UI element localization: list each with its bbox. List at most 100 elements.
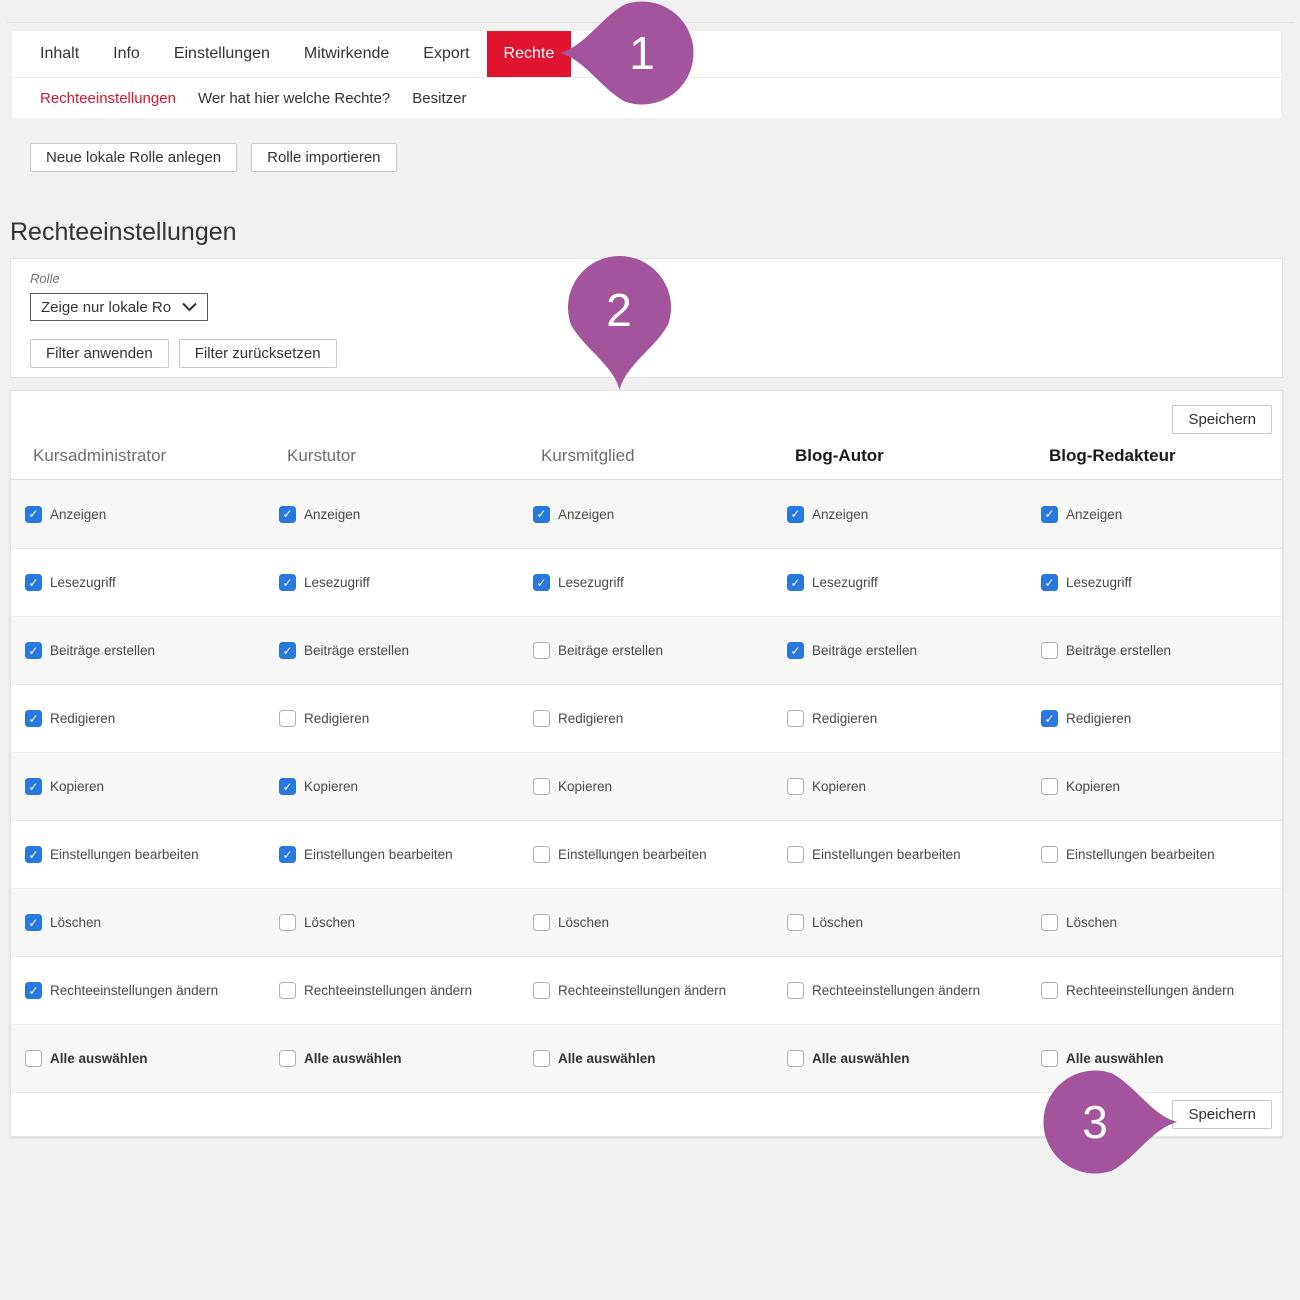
permission-checkbox[interactable] (533, 642, 550, 659)
permission-checkbox[interactable] (533, 1050, 550, 1067)
role-actions-row: Neue lokale Rolle anlegen Rolle importie… (30, 143, 397, 172)
permission-checkbox[interactable]: ✓ (279, 778, 296, 795)
tab-einstellungen[interactable]: Einstellungen (157, 31, 287, 77)
permission-checkbox[interactable]: ✓ (1041, 506, 1058, 523)
permission-checkbox[interactable] (787, 1050, 804, 1067)
permission-label: Rechteeinstellungen ändern (1066, 983, 1234, 998)
permission-label: Anzeigen (1066, 507, 1122, 522)
tab-mitwirkende[interactable]: Mitwirkende (287, 31, 406, 77)
permission-checkbox[interactable]: ✓ (279, 506, 296, 523)
permission-label: Einstellungen bearbeiten (812, 847, 961, 862)
tab-export[interactable]: Export (406, 31, 486, 77)
permission-checkbox[interactable] (1041, 778, 1058, 795)
permission-checkbox[interactable] (279, 710, 296, 727)
permission-label: Beiträge erstellen (812, 643, 917, 658)
permission-checkbox[interactable]: ✓ (25, 982, 42, 999)
permission-cell: ✓Redigieren (1039, 685, 1293, 752)
permission-cell: ✓Rechteeinstellungen ändern (23, 957, 277, 1024)
permission-cell: ✓Beiträge erstellen (23, 617, 277, 684)
permission-cell: Einstellungen bearbeiten (531, 821, 785, 888)
permission-cell: Alle auswählen (23, 1025, 277, 1092)
permission-label: Anzeigen (558, 507, 614, 522)
permission-cell: Kopieren (531, 753, 785, 820)
permissions-panel-footer: Speichern (11, 1092, 1282, 1136)
import-role-button[interactable]: Rolle importieren (251, 143, 396, 172)
permission-cell: ✓Anzeigen (277, 480, 531, 548)
permission-row: ✓Rechteeinstellungen ändernRechteeinstel… (11, 956, 1282, 1024)
permission-label: Redigieren (558, 711, 623, 726)
filter-panel: Rolle Zeige nur lokale Ro Filter anwende… (10, 258, 1283, 378)
permission-label: Lesezugriff (1066, 575, 1132, 590)
filter-reset-button[interactable]: Filter zurücksetzen (179, 339, 337, 368)
permission-checkbox[interactable]: ✓ (25, 846, 42, 863)
permission-checkbox[interactable] (787, 710, 804, 727)
permission-label: Beiträge erstellen (304, 643, 409, 658)
permission-checkbox[interactable] (279, 1050, 296, 1067)
permission-checkbox[interactable] (533, 846, 550, 863)
role-select[interactable]: Zeige nur lokale Ro (30, 293, 208, 321)
permission-checkbox[interactable]: ✓ (279, 642, 296, 659)
subtab-wer-hat-rechte[interactable]: Wer hat hier welche Rechte? (187, 90, 401, 107)
permission-checkbox[interactable]: ✓ (25, 778, 42, 795)
permission-checkbox[interactable]: ✓ (787, 642, 804, 659)
permission-checkbox[interactable]: ✓ (1041, 710, 1058, 727)
permission-cell: ✓ Beiträge erstellen (277, 617, 531, 684)
permission-checkbox[interactable] (1041, 1050, 1058, 1067)
permission-checkbox[interactable]: ✓ (25, 506, 42, 523)
subtab-rechteeinstellungen[interactable]: Rechteeinstellungen (29, 90, 187, 107)
permission-checkbox[interactable] (533, 914, 550, 931)
filter-apply-button[interactable]: Filter anwenden (30, 339, 169, 368)
permission-checkbox[interactable] (279, 982, 296, 999)
permission-checkbox[interactable]: ✓ (279, 846, 296, 863)
permission-checkbox[interactable] (533, 710, 550, 727)
permission-checkbox[interactable]: ✓ (787, 574, 804, 591)
permission-cell: ✓Lesezugriff (23, 549, 277, 616)
permission-label: Alle auswählen (558, 1051, 656, 1066)
permission-checkbox[interactable] (787, 982, 804, 999)
tab-rechte[interactable]: Rechte (487, 31, 572, 77)
permission-checkbox[interactable] (1041, 982, 1058, 999)
permission-checkbox[interactable] (787, 914, 804, 931)
permission-checkbox[interactable]: ✓ (25, 914, 42, 931)
permission-label: Redigieren (304, 711, 369, 726)
permission-cell: ✓Lesezugriff (531, 549, 785, 616)
permission-checkbox[interactable] (533, 778, 550, 795)
permission-checkbox[interactable] (533, 982, 550, 999)
permission-checkbox[interactable] (1041, 642, 1058, 659)
permission-checkbox[interactable]: ✓ (279, 574, 296, 591)
permission-label: Rechteeinstellungen ändern (304, 983, 472, 998)
permission-cell: Einstellungen bearbeiten (785, 821, 1039, 888)
permission-checkbox[interactable] (25, 1050, 42, 1067)
permission-checkbox[interactable]: ✓ (787, 506, 804, 523)
permission-checkbox[interactable] (279, 914, 296, 931)
permission-cell: Rechteeinstellungen ändern (785, 957, 1039, 1024)
permission-checkbox[interactable]: ✓ (1041, 574, 1058, 591)
permission-label: Einstellungen bearbeiten (1066, 847, 1215, 862)
permission-cell: ✓Redigieren (23, 685, 277, 752)
subtab-besitzer[interactable]: Besitzer (401, 90, 477, 107)
permission-checkbox[interactable] (1041, 914, 1058, 931)
save-button-bottom[interactable]: Speichern (1172, 1100, 1272, 1129)
permission-cell: ✓ Anzeigen (1039, 480, 1293, 548)
permission-checkbox[interactable] (1041, 846, 1058, 863)
permission-checkbox[interactable]: ✓ (25, 574, 42, 591)
permission-row: ✓LöschenLöschenLöschenLöschenLöschen (11, 888, 1282, 956)
tab-info[interactable]: Info (96, 31, 157, 77)
permission-checkbox[interactable] (787, 778, 804, 795)
permission-checkbox[interactable]: ✓ (25, 642, 42, 659)
save-button-top[interactable]: Speichern (1172, 405, 1272, 434)
permission-cell: ✓ Beiträge erstellen (785, 617, 1039, 684)
permission-checkbox[interactable]: ✓ (533, 506, 550, 523)
permission-label: Alle auswählen (1066, 1051, 1164, 1066)
page-title: Rechteeinstellungen (10, 218, 237, 247)
permission-label: Alle auswählen (304, 1051, 402, 1066)
tab-inhalt[interactable]: Inhalt (23, 31, 96, 77)
permission-checkbox[interactable]: ✓ (533, 574, 550, 591)
column-header: Kursmitglied (531, 446, 785, 466)
new-local-role-button[interactable]: Neue lokale Rolle anlegen (30, 143, 237, 172)
permission-cell: ✓ Anzeigen (531, 480, 785, 548)
permission-checkbox[interactable]: ✓ (25, 710, 42, 727)
column-header: Kursadministrator (23, 446, 277, 466)
permission-checkbox[interactable] (787, 846, 804, 863)
permission-cell: Redigieren (277, 685, 531, 752)
